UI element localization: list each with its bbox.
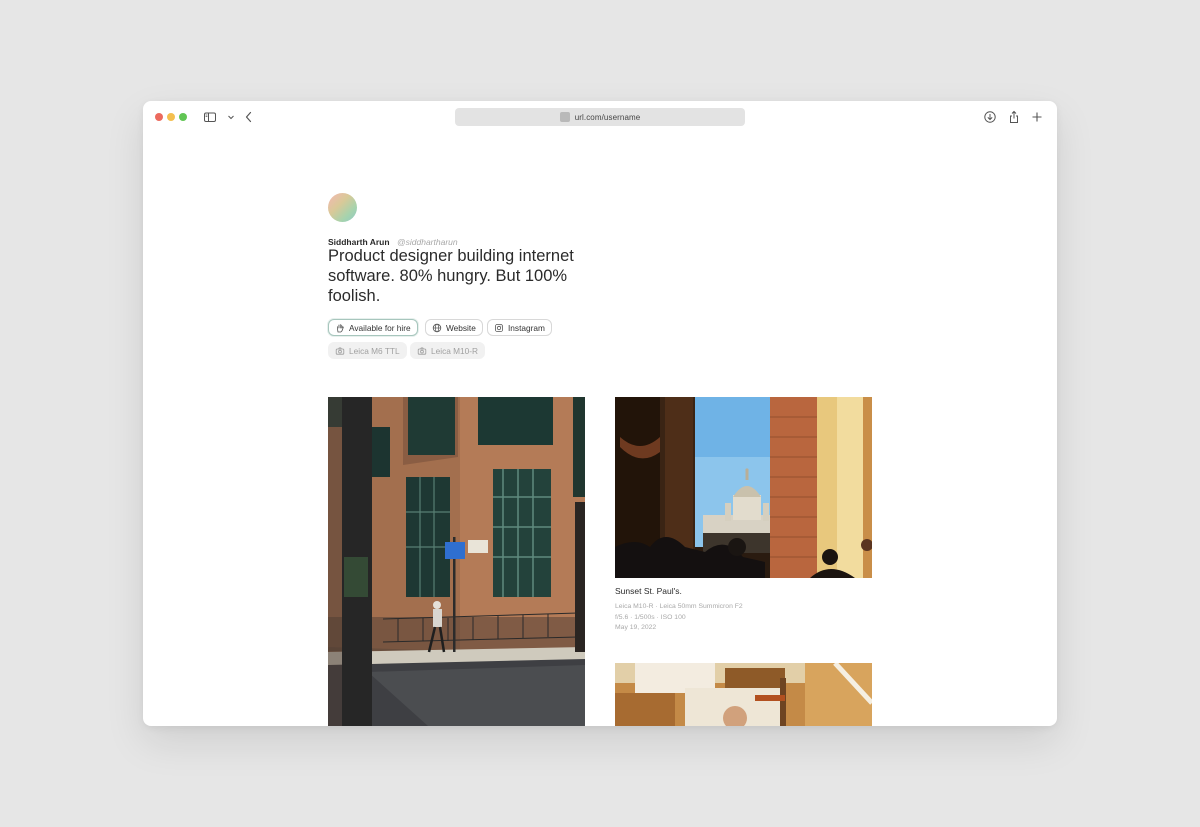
favicon-icon bbox=[559, 112, 570, 122]
photo-st-pauls-image bbox=[615, 397, 872, 578]
photo-market-scene[interactable] bbox=[615, 663, 872, 726]
available-for-hire-label: Available for hire bbox=[349, 322, 411, 333]
globe-icon bbox=[432, 323, 442, 332]
website-label: Website bbox=[446, 322, 476, 333]
photo-exif: Leica M10-R · Leica 50mm Summicron F2 f/… bbox=[615, 602, 743, 634]
photo-market-image bbox=[615, 663, 872, 726]
url-text: url.com/username bbox=[574, 112, 641, 122]
address-bar[interactable]: url.com/username bbox=[455, 108, 745, 126]
photo-date: May 19, 2022 bbox=[615, 624, 657, 631]
browser-toolbar: url.com/username bbox=[143, 101, 1057, 133]
photo-settings: f/5.6 · 1/500s · ISO 100 bbox=[615, 613, 686, 621]
camera-icon bbox=[335, 347, 345, 355]
camera-tag-leica-m10r[interactable]: Leica M10-R bbox=[410, 342, 486, 359]
instagram-icon bbox=[494, 323, 503, 332]
avatar[interactable] bbox=[328, 193, 357, 222]
new-tab-icon[interactable] bbox=[1030, 110, 1044, 124]
available-for-hire-link[interactable]: Available for hire bbox=[328, 319, 418, 336]
share-icon[interactable] bbox=[1007, 110, 1021, 124]
photo-building-image bbox=[328, 397, 585, 726]
camera-tag-label: Leica M6 TTL bbox=[349, 345, 400, 356]
chevron-down-icon[interactable] bbox=[224, 110, 238, 124]
back-arrow-icon[interactable] bbox=[242, 110, 256, 124]
hand-icon bbox=[337, 323, 344, 332]
profile-bio: Product designer building internet softw… bbox=[328, 247, 574, 305]
photo-caption-title: Sunset St. Paul's. bbox=[615, 586, 682, 596]
close-window-button[interactable] bbox=[155, 113, 163, 121]
minimize-window-button[interactable] bbox=[167, 113, 175, 121]
sidebar-toggle-icon[interactable] bbox=[203, 110, 217, 124]
camera-icon bbox=[417, 347, 427, 355]
instagram-link[interactable]: Instagram bbox=[487, 319, 552, 336]
browser-window: url.com/username Siddharth Arun @siddhar… bbox=[143, 101, 1057, 726]
zoom-window-button[interactable] bbox=[179, 113, 187, 121]
download-icon[interactable] bbox=[983, 110, 997, 124]
camera-tag-leica-m6[interactable]: Leica M6 TTL bbox=[328, 342, 407, 359]
photo-gear: Leica M10-R · Leica 50mm Summicron F2 bbox=[615, 603, 743, 610]
camera-tag-label: Leica M10-R bbox=[431, 345, 479, 356]
instagram-label: Instagram bbox=[508, 322, 545, 333]
website-link[interactable]: Website bbox=[425, 319, 483, 336]
photo-building-street[interactable] bbox=[328, 397, 585, 726]
photo-sunset-st-pauls[interactable] bbox=[615, 397, 872, 578]
